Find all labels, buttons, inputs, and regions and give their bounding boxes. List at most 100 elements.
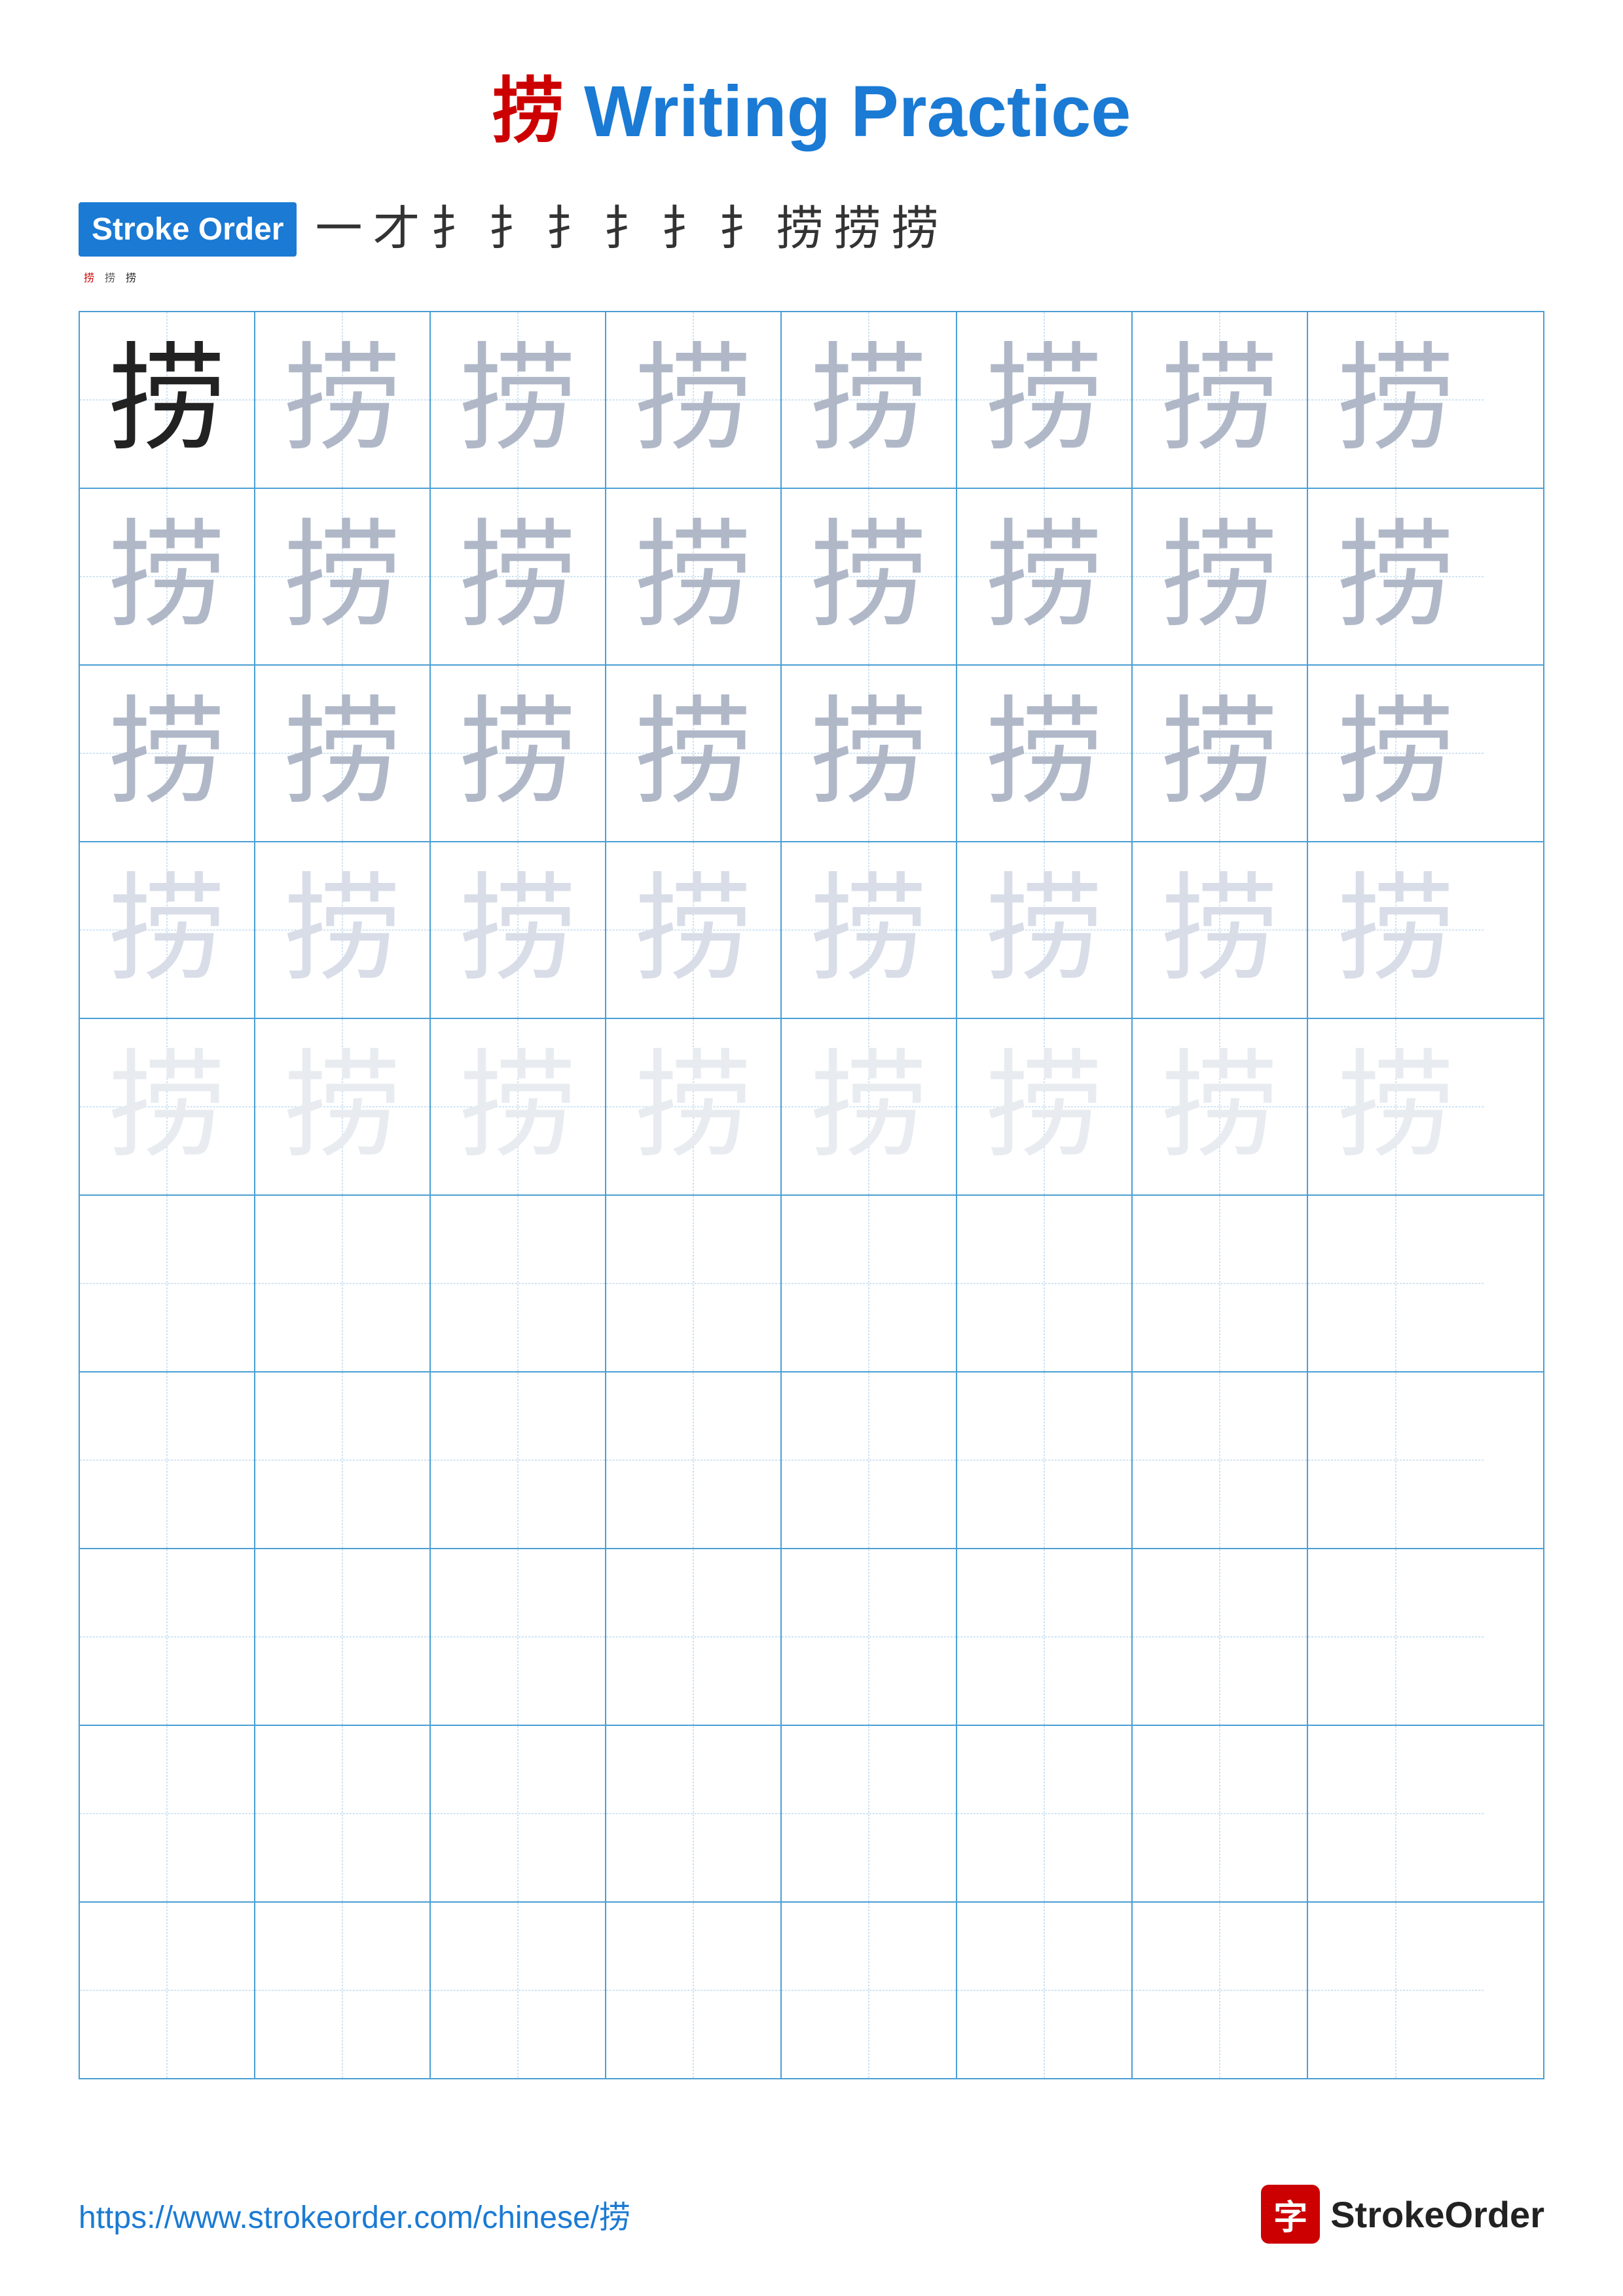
grid-cell-8-4[interactable] <box>606 1549 782 1725</box>
grid-cell-6-4[interactable] <box>606 1196 782 1371</box>
grid-cell-5-8: 捞 <box>1308 1019 1484 1194</box>
grid-cell-8-6[interactable] <box>957 1549 1133 1725</box>
grid-cell-5-2: 捞 <box>255 1019 431 1194</box>
grid-cell-1-6: 捞 <box>957 312 1133 488</box>
grid-cell-6-7[interactable] <box>1133 1196 1308 1371</box>
grid-cell-6-6[interactable] <box>957 1196 1133 1371</box>
grid-cell-1-3: 捞 <box>431 312 606 488</box>
footer-logo-icon: 字 <box>1261 2185 1320 2244</box>
grid-cell-9-6[interactable] <box>957 1726 1133 1901</box>
grid-cell-5-1: 捞 <box>80 1019 255 1194</box>
stroke-order-badge: Stroke Order <box>79 202 297 257</box>
stroke-char-3: 扌 <box>430 196 477 262</box>
grid-cell-8-8[interactable] <box>1308 1549 1484 1725</box>
grid-cell-2-7: 捞 <box>1133 489 1308 664</box>
grid-cell-2-1: 捞 <box>80 489 255 664</box>
grid-cell-8-2[interactable] <box>255 1549 431 1725</box>
grid-cell-4-2: 捞 <box>255 842 431 1018</box>
grid-row-6 <box>80 1196 1543 1372</box>
grid-row-9 <box>80 1726 1543 1903</box>
grid-cell-1-2: 捞 <box>255 312 431 488</box>
title-char: 捞 <box>492 71 564 152</box>
stroke-char-4: 扌 <box>488 196 535 262</box>
stroke-char-6: 扌 <box>604 196 651 262</box>
grid-cell-10-1[interactable] <box>80 1903 255 2078</box>
grid-cell-9-2[interactable] <box>255 1726 431 1901</box>
stroke-char-9: 捞 <box>776 196 824 262</box>
grid-cell-7-4[interactable] <box>606 1372 782 1548</box>
stroke-char-7: 扌 <box>661 196 708 262</box>
grid-cell-3-7: 捞 <box>1133 666 1308 841</box>
grid-row-10 <box>80 1903 1543 2078</box>
grid-cell-8-3[interactable] <box>431 1549 606 1725</box>
grid-cell-5-4: 捞 <box>606 1019 782 1194</box>
grid-cell-10-4[interactable] <box>606 1903 782 2078</box>
grid-row-7 <box>80 1372 1543 1549</box>
grid-cell-1-4: 捞 <box>606 312 782 488</box>
grid-cell-7-2[interactable] <box>255 1372 431 1548</box>
grid-cell-6-5[interactable] <box>782 1196 957 1371</box>
grid-cell-4-8: 捞 <box>1308 842 1484 1018</box>
grid-cell-10-2[interactable] <box>255 1903 431 2078</box>
grid-cell-4-1: 捞 <box>80 842 255 1018</box>
grid-cell-7-8[interactable] <box>1308 1372 1484 1548</box>
stroke-second-line: 捞 捞 捞 <box>79 269 1544 285</box>
grid-cell-7-7[interactable] <box>1133 1372 1308 1548</box>
stroke-order-row: Stroke Order 一 才 扌 扌 扌 扌 扌 扌 捞 捞 捞 <box>79 196 1544 262</box>
footer-logo-text: StrokeOrder <box>1330 2193 1544 2236</box>
grid-cell-3-2: 捞 <box>255 666 431 841</box>
grid-cell-4-3: 捞 <box>431 842 606 1018</box>
stroke-char-10: 捞 <box>834 196 881 262</box>
grid-cell-9-8[interactable] <box>1308 1726 1484 1901</box>
grid-cell-6-3[interactable] <box>431 1196 606 1371</box>
grid-cell-10-5[interactable] <box>782 1903 957 2078</box>
grid-cell-8-5[interactable] <box>782 1549 957 1725</box>
grid-row-3: 捞 捞 捞 捞 捞 捞 捞 捞 <box>80 666 1543 842</box>
grid-cell-5-6: 捞 <box>957 1019 1133 1194</box>
grid-cell-4-7: 捞 <box>1133 842 1308 1018</box>
footer: https://www.strokeorder.com/chinese/捞 字 … <box>0 2185 1623 2244</box>
grid-cell-2-2: 捞 <box>255 489 431 664</box>
grid-cell-7-5[interactable] <box>782 1372 957 1548</box>
grid-cell-8-1[interactable] <box>80 1549 255 1725</box>
grid-cell-2-5: 捞 <box>782 489 957 664</box>
grid-cell-5-7: 捞 <box>1133 1019 1308 1194</box>
grid-cell-4-4: 捞 <box>606 842 782 1018</box>
grid-cell-10-3[interactable] <box>431 1903 606 2078</box>
stroke-char-5: 扌 <box>546 196 593 262</box>
grid-cell-7-6[interactable] <box>957 1372 1133 1548</box>
grid-row-8 <box>80 1549 1543 1726</box>
grid-cell-7-3[interactable] <box>431 1372 606 1548</box>
grid-cell-3-1: 捞 <box>80 666 255 841</box>
grid-cell-2-8: 捞 <box>1308 489 1484 664</box>
footer-url[interactable]: https://www.strokeorder.com/chinese/捞 <box>79 2191 630 2237</box>
grid-cell-4-5: 捞 <box>782 842 957 1018</box>
grid-row-5: 捞 捞 捞 捞 捞 捞 捞 捞 <box>80 1019 1543 1196</box>
grid-cell-1-8: 捞 <box>1308 312 1484 488</box>
grid-cell-6-1[interactable] <box>80 1196 255 1371</box>
grid-cell-1-1: 捞 <box>80 312 255 488</box>
grid-cell-10-8[interactable] <box>1308 1903 1484 2078</box>
stroke-char-8: 扌 <box>719 196 766 262</box>
grid-cell-6-2[interactable] <box>255 1196 431 1371</box>
grid-cell-3-8: 捞 <box>1308 666 1484 841</box>
grid-cell-9-7[interactable] <box>1133 1726 1308 1901</box>
grid-cell-10-6[interactable] <box>957 1903 1133 2078</box>
grid-row-1: 捞 捞 捞 捞 捞 捞 捞 捞 <box>80 312 1543 489</box>
grid-cell-9-1[interactable] <box>80 1726 255 1901</box>
grid-cell-10-7[interactable] <box>1133 1903 1308 2078</box>
grid-cell-9-4[interactable] <box>606 1726 782 1901</box>
grid-cell-2-4: 捞 <box>606 489 782 664</box>
stroke-char-1: 一 <box>315 196 362 262</box>
grid-cell-7-1[interactable] <box>80 1372 255 1548</box>
grid-cell-3-6: 捞 <box>957 666 1133 841</box>
grid-cell-9-3[interactable] <box>431 1726 606 1901</box>
grid-cell-8-7[interactable] <box>1133 1549 1308 1725</box>
grid-cell-1-7: 捞 <box>1133 312 1308 488</box>
grid-cell-6-8[interactable] <box>1308 1196 1484 1371</box>
grid-cell-5-5: 捞 <box>782 1019 957 1194</box>
grid-cell-9-5[interactable] <box>782 1726 957 1901</box>
grid-cell-3-4: 捞 <box>606 666 782 841</box>
grid-cell-1-5: 捞 <box>782 312 957 488</box>
grid-row-4: 捞 捞 捞 捞 捞 捞 捞 捞 <box>80 842 1543 1019</box>
